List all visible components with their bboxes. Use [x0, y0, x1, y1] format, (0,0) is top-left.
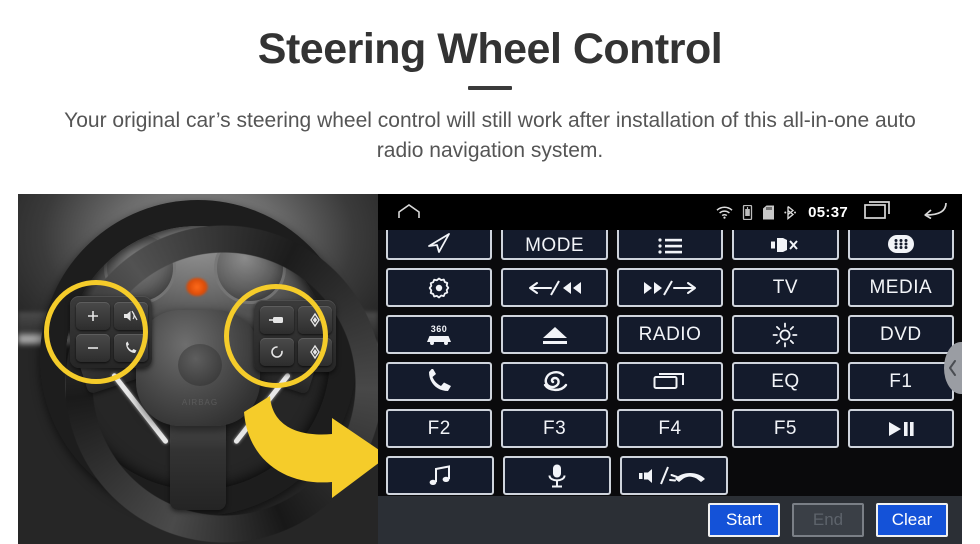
swc-button-next[interactable] — [616, 268, 724, 307]
home-button[interactable] — [392, 204, 426, 220]
swc-learning-grid: MODE TV MEDIA 360 RADIO DVD EQ F1 F2 F3 … — [378, 230, 962, 495]
swc-button-nav[interactable] — [386, 230, 493, 260]
page-subtitle: Your original car’s steering wheel contr… — [64, 109, 916, 163]
sdcard-icon — [763, 205, 775, 219]
start-button[interactable]: Start — [708, 503, 780, 537]
button-row-3: 360 RADIO DVD — [386, 315, 955, 354]
header: Steering Wheel Control Your original car… — [0, 0, 980, 166]
swc-button-tv[interactable]: TV — [732, 268, 839, 307]
recents-button[interactable] — [864, 200, 894, 224]
swc-button-list[interactable] — [616, 230, 724, 260]
bluetooth-icon — [784, 205, 797, 220]
eject-icon — [542, 326, 567, 344]
button-row-2: TV MEDIA — [386, 268, 955, 307]
recents-icon — [864, 200, 890, 219]
page-title: Steering Wheel Control — [257, 25, 723, 73]
next-track-icon — [644, 280, 697, 295]
swc-button-f5-label: F5 — [773, 418, 798, 439]
content-area: AIRBAG 05:37 MODE TV MEDIA 360 RADIO DVD… — [0, 194, 980, 544]
button-row-1: MODE — [386, 230, 955, 260]
swc-button-eq[interactable]: EQ — [732, 362, 839, 401]
swc-button-f3[interactable]: F3 — [501, 409, 608, 448]
highlight-circle-right — [224, 284, 328, 388]
status-bar: 05:37 — [378, 194, 962, 230]
brightness-icon — [773, 322, 798, 347]
swc-button-music[interactable] — [386, 456, 494, 495]
swc-button-apps[interactable] — [847, 230, 955, 260]
swc-button-mode-label: MODE — [525, 235, 585, 256]
music-note-icon — [429, 464, 450, 485]
android-head-unit: 05:37 MODE TV MEDIA 360 RADIO DVD EQ F1 … — [378, 194, 962, 544]
pointer-arrow-icon — [244, 396, 378, 498]
swc-button-eject[interactable] — [501, 315, 608, 354]
list-icon — [658, 238, 683, 254]
swc-button-f3-label: F3 — [543, 418, 567, 439]
swc-button-screen[interactable] — [616, 362, 724, 401]
mute-icon — [771, 238, 799, 252]
clear-button[interactable]: Clear — [876, 503, 948, 537]
status-icons — [716, 204, 797, 220]
swc-button-radio-label: RADIO — [638, 324, 702, 345]
usb-icon — [742, 204, 753, 220]
microphone-icon — [548, 464, 566, 487]
swc-button-mode[interactable]: MODE — [501, 230, 608, 260]
action-bar: Start End Clear — [378, 496, 962, 544]
play-pause-icon — [888, 421, 914, 436]
apps-grid-icon — [887, 235, 914, 253]
title-divider — [468, 86, 512, 91]
swc-button-f2[interactable]: F2 — [386, 409, 493, 448]
page-root: Steering Wheel Control Your original car… — [0, 0, 980, 544]
button-row-6 — [386, 456, 954, 495]
swc-button-f4-label: F4 — [658, 418, 682, 439]
swc-button-previous[interactable] — [501, 268, 608, 307]
airbag-label: AIRBAG — [181, 398, 219, 407]
back-button[interactable] — [920, 201, 948, 224]
swc-button-radio[interactable]: RADIO — [616, 315, 724, 354]
swc-button-play-pause[interactable] — [847, 409, 955, 448]
wifi-icon — [716, 206, 733, 219]
camera-360-icon: 360 — [427, 324, 452, 345]
swc-button-f1[interactable]: F1 — [847, 362, 955, 401]
settings-gear-icon — [429, 277, 450, 298]
back-icon — [924, 202, 947, 219]
end-button: End — [792, 503, 864, 537]
horn-button — [178, 344, 222, 386]
swc-button-f4[interactable]: F4 — [616, 409, 724, 448]
swc-button-f2-label: F2 — [427, 418, 451, 439]
status-nav-buttons — [864, 200, 948, 224]
swirl-icon — [543, 370, 567, 391]
button-row-4: EQ F1 — [386, 362, 955, 401]
home-icon — [398, 204, 420, 218]
swc-button-tv-label: TV — [772, 277, 799, 298]
swc-button-f5[interactable]: F5 — [732, 409, 839, 448]
swc-button-microphone[interactable] — [503, 456, 611, 495]
swc-button-eq-label: EQ — [771, 371, 800, 392]
swc-button-dvd-label: DVD — [880, 324, 922, 345]
swc-button-media-label: MEDIA — [869, 277, 933, 298]
svg-text:360: 360 — [431, 324, 448, 334]
swc-button-settings[interactable] — [386, 268, 493, 307]
speaker-hangup-icon — [639, 466, 705, 484]
swc-button-f1-label: F1 — [889, 371, 913, 392]
chevron-left-icon — [949, 360, 956, 376]
highlight-circle-left — [44, 280, 148, 384]
swc-button-mute[interactable] — [732, 230, 839, 260]
swc-button-phone[interactable] — [386, 362, 493, 401]
swc-button-swirl[interactable] — [501, 362, 608, 401]
steering-wheel-photo: AIRBAG — [18, 194, 378, 544]
navigation-arrow-icon — [428, 233, 451, 253]
phone-icon — [429, 368, 452, 391]
swc-button-camera360[interactable]: 360 — [386, 315, 493, 354]
swc-button-dvd[interactable]: DVD — [847, 315, 955, 354]
swc-button-media[interactable]: MEDIA — [847, 268, 955, 307]
screen-icon — [653, 372, 685, 389]
swc-button-brightness[interactable] — [732, 315, 839, 354]
swc-button-speaker-hangup[interactable] — [620, 456, 728, 495]
button-row-5: F2 F3 F4 F5 — [386, 409, 955, 448]
previous-track-icon — [528, 280, 581, 295]
status-clock: 05:37 — [808, 203, 848, 221]
